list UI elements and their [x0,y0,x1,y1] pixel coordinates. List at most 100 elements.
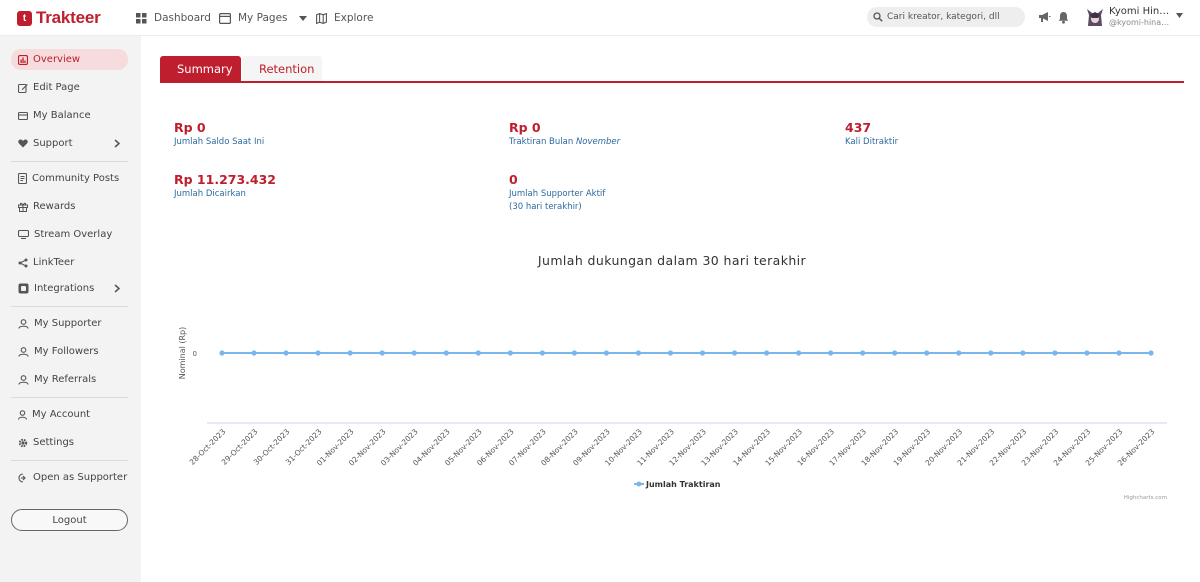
saldo-label: Jumlah Saldo Saat Ini [174,137,265,147]
dicairkan-label: Jumlah Dicairkan [174,189,246,199]
sidebar-item-label: My Account [32,409,91,420]
support-chart: Jumlah dukungan dalam 30 hari terakhir N… [178,253,1167,501]
traktiran-value: Rp 0 [509,120,541,135]
sidebar-item-label: Community Posts [32,173,120,184]
sidebar-item-open-as-supporter[interactable]: Open as Supporter [11,467,128,488]
chart-data-point[interactable] [667,350,674,356]
megaphone-icon[interactable] [1038,11,1051,23]
chart-data-point[interactable] [988,350,994,356]
traktiran-label-text: Traktiran Bulan [509,137,574,147]
tab-summary[interactable]: Summary [160,56,241,82]
nav-explore[interactable]: Explore [316,10,373,26]
nav-explore-label: Explore [334,12,374,24]
supporter-label: Jumlah Supporter Aktif [509,189,606,199]
sidebar-item-my-referrals[interactable]: My Referrals [11,369,128,390]
chart-data-point[interactable] [1084,350,1090,356]
sidebar-item-edit-page[interactable]: Edit Page [11,77,128,98]
chart-data-point[interactable] [731,350,738,356]
chart-data-point[interactable] [347,350,353,356]
chart-data-point[interactable] [379,350,385,356]
chart-data-point[interactable] [892,350,898,356]
sidebar-item-label: Open as Supporter [33,472,128,483]
chevron-right-icon [114,139,120,148]
chart-data-point[interactable] [251,350,257,356]
chart-data-point[interactable] [443,350,449,356]
chart-data-point[interactable] [1052,350,1058,356]
avatar[interactable] [1086,8,1104,27]
sidebar-item-settings[interactable]: Settings [11,432,128,453]
sidebar: Overview Edit Page My Balance Support Co… [0,36,141,582]
sidebar-item-label: Edit Page [33,82,80,93]
chart-data-point[interactable] [796,350,802,356]
sidebar-item-linkteer[interactable]: LinkTeer [11,252,128,273]
ditraktir-value: 437 [845,120,872,135]
chart-legend[interactable]: Jumlah Traktiran [634,480,721,489]
sidebar-item-label: My Balance [33,110,91,121]
chart-data-point[interactable] [219,350,225,356]
integrations-icon [18,283,29,294]
chart-data-point[interactable] [475,350,481,356]
tab-retention-label: Retention [259,62,315,76]
chart-data-point[interactable] [1148,350,1154,356]
bell-icon[interactable] [1058,11,1069,24]
chart-credit[interactable]: Highcharts.com [1124,495,1167,501]
sidebar-item-my-account[interactable]: My Account [11,404,128,425]
sidebar-divider [11,161,128,162]
caret-down-icon[interactable] [1176,13,1183,18]
chart-data-point[interactable] [924,350,930,356]
window-icon [219,12,231,24]
sidebar-item-stream-overlay[interactable]: Stream Overlay [11,224,128,245]
search-box[interactable] [867,7,1025,27]
edit-icon [18,83,28,93]
chart-data-point[interactable] [828,350,834,356]
sidebar-item-community-posts[interactable]: Community Posts [11,168,128,189]
overlay-icon [18,230,29,239]
search-input[interactable] [887,12,1017,22]
sidebar-item-overview[interactable]: Overview [11,49,128,70]
sidebar-item-my-balance[interactable]: My Balance [11,105,128,126]
chart-data-point[interactable] [699,350,706,356]
chart-data-point[interactable] [763,350,770,356]
legend-series-marker [636,481,642,487]
ditraktir-label: Kali Ditraktir [845,137,899,147]
sidebar-item-label: LinkTeer [33,257,75,268]
heart-icon [18,139,28,148]
nav-dashboard[interactable]: Dashboard [136,10,211,26]
chart-data-point[interactable] [539,350,545,356]
chart-data-point[interactable] [411,350,417,356]
sidebar-item-my-supporter[interactable]: My Supporter [11,313,128,334]
dashboard-icon [136,12,147,23]
supporter-sublabel: (30 hari terakhir) [509,202,582,212]
trakteer-logo[interactable]: t Trakteer [17,8,101,27]
chart-data-point[interactable] [315,350,321,356]
logout-button[interactable]: Logout [11,509,128,531]
sidebar-item-my-followers[interactable]: My Followers [11,341,128,362]
users-icon [18,374,29,385]
sidebar-item-integrations[interactable]: Integrations [11,278,128,299]
sidebar-item-rewards[interactable]: Rewards [11,196,128,217]
dicairkan-value: Rp 11.273.432 [174,172,277,187]
sidebar-divider [11,397,128,398]
gift-icon [18,202,28,212]
chart-data-point[interactable] [571,350,577,356]
chart-title: Jumlah dukungan dalam 30 hari terakhir [537,253,807,268]
chart-y-tick-label: 0 [193,350,197,358]
sidebar-divider [11,460,128,461]
user-name[interactable]: Kyomi Hinaga [1109,6,1171,17]
chart-data-point[interactable] [860,350,866,356]
chart-data-point[interactable] [1116,350,1122,356]
chart-data-point[interactable] [635,350,642,356]
chart-data-point[interactable] [1020,350,1026,356]
sidebar-item-label: Overview [33,54,81,65]
sidebar-item-support[interactable]: Support [11,133,128,154]
chart-data-point[interactable] [956,350,962,356]
share-icon [18,258,28,267]
sidebar-divider [11,306,128,307]
tab-retention[interactable]: Retention [242,56,322,82]
chart-data-point[interactable] [507,350,513,356]
chart-data-point[interactable] [603,350,610,356]
sidebar-item-label: Support [33,138,73,149]
nav-my-pages[interactable]: My Pages [219,10,307,26]
chart-data-point[interactable] [283,350,289,356]
nav-dashboard-label: Dashboard [154,12,211,24]
